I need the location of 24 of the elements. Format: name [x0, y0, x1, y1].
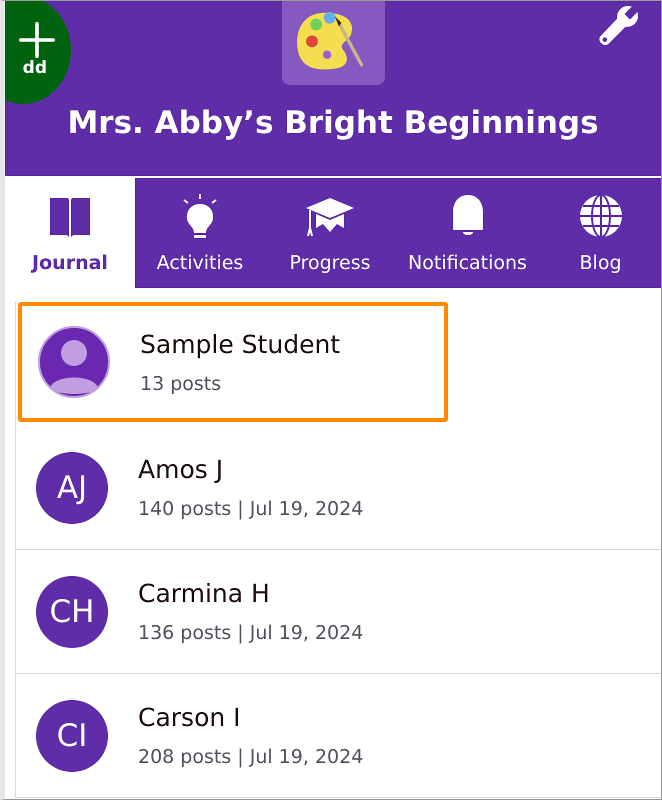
avatar: CI	[36, 700, 108, 772]
wrench-icon[interactable]	[597, 3, 641, 47]
student-row[interactable]: CH Carmina H 136 posts | Jul 19, 2024	[16, 550, 661, 674]
avatar: AJ	[36, 452, 108, 524]
nav-tab[interactable]: Blog	[540, 178, 661, 288]
school-title: Mrs. Abby’s Bright Beginnings	[67, 105, 599, 141]
nav-tab[interactable]: Progress	[265, 178, 395, 288]
nav-tab[interactable]: Notifications	[395, 178, 540, 288]
student-row[interactable]: Sample Student 13 posts	[18, 302, 448, 422]
student-name: Amos J	[138, 455, 224, 484]
student-row[interactable]: CI Carson I 208 posts | Jul 19, 2024	[16, 674, 661, 798]
avatar-icon	[38, 326, 110, 398]
post-count: 13 posts	[140, 372, 222, 394]
avatar: CH	[36, 576, 108, 648]
post-count: 136 posts | Jul 19, 2024	[138, 622, 364, 644]
nav-tab[interactable]: Activities	[135, 178, 265, 288]
post-count: 140 posts | Jul 19, 2024	[138, 498, 364, 520]
student-name: Carmina H	[138, 579, 271, 608]
student-name: Sample Student	[140, 330, 340, 358]
post-count: 208 posts | Jul 19, 2024	[138, 746, 364, 768]
student-row[interactable]: AJ Amos J 140 posts | Jul 19, 2024	[16, 426, 661, 550]
student-name: Carson I	[138, 703, 242, 732]
plus-icon	[19, 22, 55, 58]
nav-tab[interactable]: Journal	[5, 178, 135, 288]
